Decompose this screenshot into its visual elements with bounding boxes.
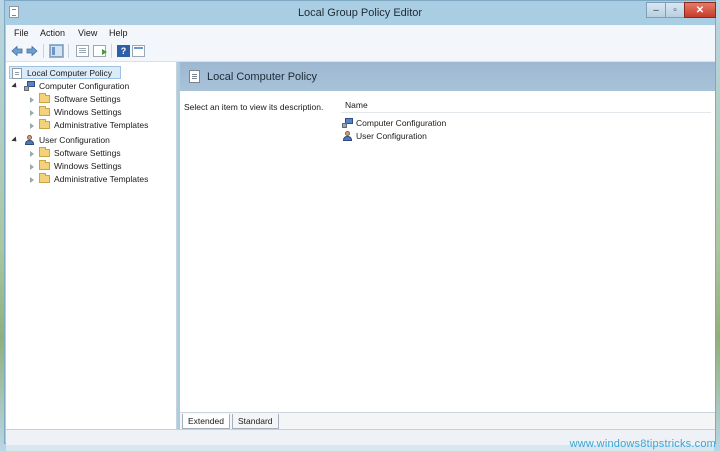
tree-item-software-settings[interactable]: Software Settings	[27, 93, 172, 106]
toolbar-separator	[43, 44, 44, 58]
folder-icon	[39, 106, 50, 116]
properties-icon[interactable]	[76, 45, 89, 57]
folder-icon	[39, 173, 50, 183]
forward-arrow-icon[interactable]	[26, 45, 38, 57]
menu-bar: File Action View Help	[6, 25, 715, 41]
toolbar-separator	[68, 44, 69, 58]
tree-item-computer-configuration[interactable]: Computer Configuration	[11, 80, 171, 93]
group-policy-window: Local Group Policy Editor – ▫ ✕ File Act…	[4, 0, 716, 445]
menu-view[interactable]: View	[78, 28, 97, 38]
collapse-arrow-icon[interactable]	[30, 123, 34, 129]
help-icon[interactable]: ?	[117, 45, 130, 57]
watermark: www.windows8tipstricks.com	[569, 438, 716, 450]
console-tree: Local Computer Policy Computer Configura…	[6, 62, 177, 429]
column-header-name[interactable]: Name	[341, 99, 711, 113]
computer-icon	[342, 118, 353, 128]
tree-item-local-computer-policy[interactable]: Local Computer Policy	[9, 66, 121, 79]
details-pane: Local Computer Policy Select an item to …	[180, 62, 715, 430]
back-arrow-icon[interactable]	[11, 45, 23, 57]
user-icon	[24, 135, 35, 146]
toolbar-separator	[111, 44, 112, 58]
tab-standard[interactable]: Standard	[232, 414, 279, 429]
filter-options-icon[interactable]	[132, 45, 145, 57]
expand-arrow-icon[interactable]	[11, 136, 19, 144]
menu-action[interactable]: Action	[40, 28, 65, 38]
list-item-user-configuration[interactable]: User Configuration	[342, 130, 502, 143]
collapse-arrow-icon[interactable]	[30, 110, 34, 116]
tree-item-windows-settings[interactable]: Windows Settings	[27, 160, 172, 173]
expand-arrow-icon[interactable]	[11, 82, 19, 90]
collapse-arrow-icon[interactable]	[30, 151, 34, 157]
view-tabs: Extended Standard	[180, 412, 715, 430]
folder-icon	[39, 147, 50, 157]
tree-item-user-configuration[interactable]: User Configuration	[11, 134, 171, 147]
list-item-computer-configuration[interactable]: Computer Configuration	[342, 117, 502, 130]
folder-icon	[39, 119, 50, 129]
collapse-arrow-icon[interactable]	[30, 97, 34, 103]
tree-item-administrative-templates[interactable]: Administrative Templates	[27, 173, 172, 186]
folder-icon	[39, 160, 50, 170]
tab-extended[interactable]: Extended	[182, 414, 230, 429]
policy-icon	[189, 70, 200, 83]
export-list-icon[interactable]	[93, 45, 107, 57]
tree-item-administrative-templates[interactable]: Administrative Templates	[27, 119, 172, 132]
menu-help[interactable]: Help	[109, 28, 128, 38]
collapse-arrow-icon[interactable]	[30, 164, 34, 170]
details-title: Local Computer Policy	[207, 71, 318, 83]
tree-item-windows-settings[interactable]: Windows Settings	[27, 106, 172, 119]
computer-icon	[24, 81, 35, 91]
details-header: Local Computer Policy	[180, 62, 715, 91]
tree-item-software-settings[interactable]: Software Settings	[27, 147, 172, 160]
close-button[interactable]: ✕	[684, 2, 716, 18]
show-hide-console-tree-icon[interactable]	[49, 44, 64, 58]
window-title: Local Group Policy Editor	[297, 7, 423, 19]
menu-file[interactable]: File	[14, 28, 29, 38]
user-icon	[342, 131, 353, 142]
minimize-button[interactable]: –	[646, 2, 666, 18]
collapse-arrow-icon[interactable]	[30, 177, 34, 183]
folder-icon	[39, 93, 50, 103]
policy-icon	[12, 68, 22, 79]
maximize-button[interactable]: ▫	[665, 2, 685, 18]
toolbar: ?	[6, 41, 715, 62]
description-text: Select an item to view its description.	[184, 102, 324, 112]
title-bar[interactable]: Local Group Policy Editor – ▫ ✕	[5, 1, 716, 25]
